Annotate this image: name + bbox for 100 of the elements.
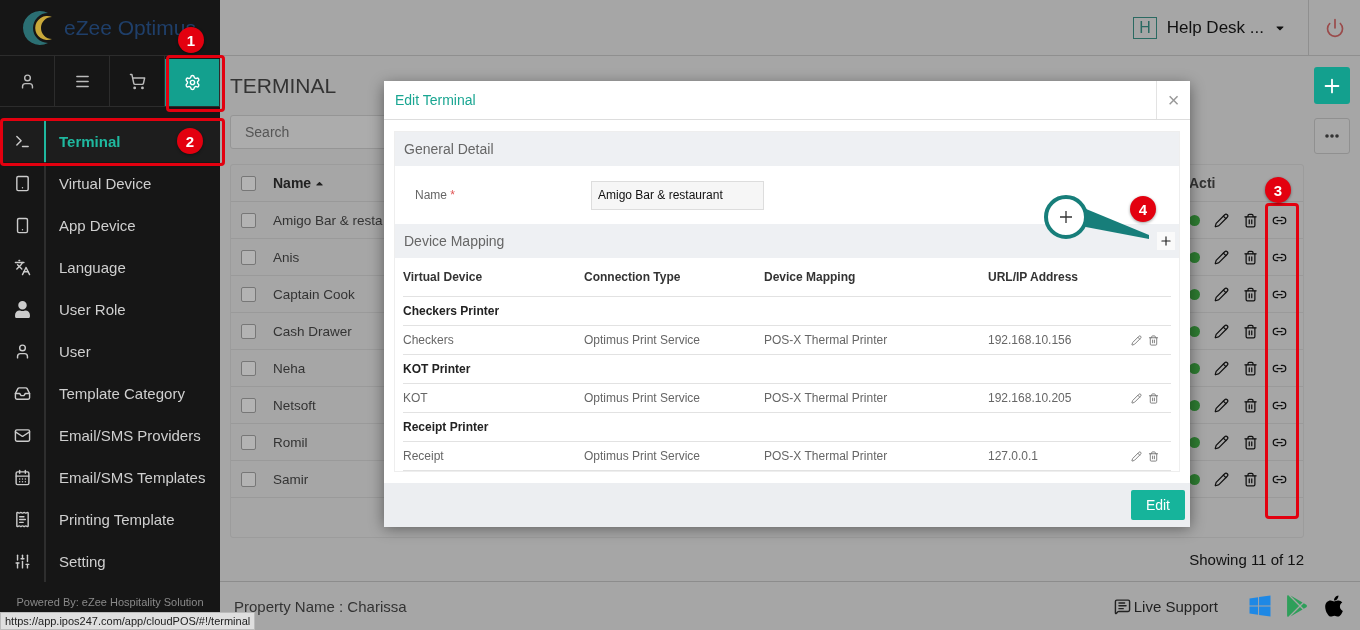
plus-icon — [1159, 234, 1173, 248]
table-cell-text: POS-X Thermal Printer — [764, 333, 889, 347]
trash-icon[interactable] — [1148, 334, 1159, 346]
table-cell-text: KOT — [403, 391, 429, 405]
menu-item[interactable]: App Device — [0, 204, 220, 246]
trash-icon[interactable] — [1243, 434, 1258, 450]
trash-icon[interactable] — [1243, 286, 1258, 302]
inbox-icon — [13, 384, 31, 402]
property-name: Property Name : Charissa — [234, 597, 408, 615]
settings-icon — [183, 74, 201, 91]
table-cell-text: POS-X Thermal Printer — [764, 391, 889, 405]
field-label: Name * — [415, 188, 457, 202]
menu-item[interactable]: Email/SMS Templates — [0, 456, 220, 498]
dialog-title: Edit Terminal — [394, 92, 477, 108]
powered-by-text: Powered By: eZee Hospitality Solution — [15, 596, 205, 608]
calendar-icon — [13, 468, 31, 486]
edit-icon[interactable] — [1214, 471, 1229, 487]
menu-label[interactable]: User Role — [59, 300, 126, 318]
menu-label[interactable]: Terminal — [59, 132, 121, 150]
select-all-checkbox[interactable] — [241, 175, 256, 191]
more-icon — [1325, 134, 1339, 138]
table-cell-text: Checkers — [403, 333, 455, 347]
menu-item[interactable]: Email/SMS Providers — [0, 414, 220, 456]
trash-icon[interactable] — [1148, 450, 1159, 462]
edit-icon[interactable] — [1214, 212, 1229, 228]
add-mapping-button[interactable] — [1157, 232, 1175, 250]
status-url: https://app.ipos247.com/app/cloudPOS/#!/terminal — [0, 612, 256, 630]
row-checkbox[interactable] — [241, 360, 256, 376]
table-cell-text: 127.0.0.1 — [988, 449, 1040, 463]
mail-icon — [13, 426, 31, 444]
step-badge: 3 — [1265, 177, 1291, 203]
menu-label[interactable]: User — [59, 342, 91, 360]
power-icon — [1324, 17, 1345, 38]
menu-label[interactable]: Printing Template — [59, 510, 175, 528]
column-header: Connection Type — [584, 270, 682, 284]
column-header[interactable]: Name — [273, 175, 326, 191]
menu-label[interactable]: Template Category — [59, 384, 185, 402]
edit-icon[interactable] — [1214, 249, 1229, 265]
pagination-text: Showing 11 of 12 — [1188, 550, 1304, 570]
menu-item[interactable]: Virtual Device — [0, 162, 220, 204]
trash-icon[interactable] — [1243, 212, 1258, 228]
user-menu[interactable]: H Help Desk ... — [1111, 16, 1308, 39]
column-header: Device Mapping — [764, 270, 857, 284]
table-cell: Netsoft — [273, 397, 316, 413]
table-cell-text: Receipt — [403, 449, 445, 463]
chat-icon — [1113, 597, 1131, 615]
menu-item[interactable]: Language — [0, 246, 220, 288]
section-title: Device Mapping — [404, 233, 505, 249]
trash-icon[interactable] — [1243, 397, 1258, 413]
row-checkbox[interactable] — [241, 434, 256, 450]
table-cell: Amigo Bar & resta — [273, 212, 383, 228]
trash-icon[interactable] — [1148, 392, 1159, 404]
trash-icon[interactable] — [1243, 249, 1258, 265]
table-cell-text: 192.168.10.156 — [988, 333, 1073, 347]
menu-label[interactable]: Email/SMS Providers — [59, 426, 201, 444]
live-support-link[interactable]: Live Support — [1113, 597, 1218, 615]
language-icon — [13, 258, 31, 276]
table-cell: Samir — [273, 471, 309, 487]
column-header: URL/IP Address — [988, 270, 1080, 284]
menu-item[interactable]: Printing Template — [0, 498, 220, 540]
menu-label[interactable]: Language — [59, 258, 126, 276]
table-cell: Romil — [273, 434, 308, 450]
trash-icon[interactable] — [1243, 360, 1258, 376]
tablet-icon — [13, 174, 31, 192]
row-checkbox[interactable] — [241, 471, 256, 487]
more-button[interactable] — [1314, 118, 1350, 154]
menu-label[interactable]: Virtual Device — [59, 174, 152, 192]
group-title: KOT Printer — [403, 362, 472, 376]
menu-item[interactable]: User Role — [0, 288, 220, 330]
table-cell-text: 192.168.10.205 — [988, 391, 1073, 405]
edit-icon[interactable] — [1214, 360, 1229, 376]
edit-icon[interactable] — [1214, 397, 1229, 413]
menu-label[interactable]: Email/SMS Templates — [59, 468, 206, 486]
menu-label[interactable]: App Device — [59, 216, 136, 234]
column-header: Virtual Device — [403, 270, 484, 284]
menu-item[interactable]: Setting — [0, 540, 220, 582]
name-field[interactable]: Amigo Bar & restaurant — [591, 180, 764, 210]
trash-icon[interactable] — [1243, 323, 1258, 339]
add-button[interactable] — [1314, 67, 1350, 104]
trash-icon[interactable] — [1243, 471, 1258, 487]
row-checkbox[interactable] — [241, 397, 256, 413]
row-checkbox[interactable] — [241, 286, 256, 302]
table-cell-text: Optimus Print Service — [584, 333, 702, 347]
settings-tab[interactable] — [165, 59, 220, 106]
sliders-icon — [13, 552, 31, 570]
row-checkbox[interactable] — [241, 323, 256, 339]
edit-icon[interactable] — [1214, 434, 1229, 450]
menu-item[interactable]: Template Category — [0, 372, 220, 414]
apple-icon[interactable] — [1322, 594, 1346, 618]
menu-label[interactable]: Setting — [59, 552, 106, 570]
highlight-frame — [166, 55, 225, 112]
table-cell: Anis — [273, 249, 300, 265]
group-title: Receipt Printer — [403, 420, 490, 434]
edit-icon[interactable] — [1214, 323, 1229, 339]
menu-item[interactable]: User — [0, 330, 220, 372]
row-checkbox[interactable] — [241, 212, 256, 228]
group-title: Checkers Printer — [403, 304, 501, 318]
cart-icon — [128, 72, 146, 90]
row-checkbox[interactable] — [241, 249, 256, 265]
edit-icon[interactable] — [1214, 286, 1229, 302]
